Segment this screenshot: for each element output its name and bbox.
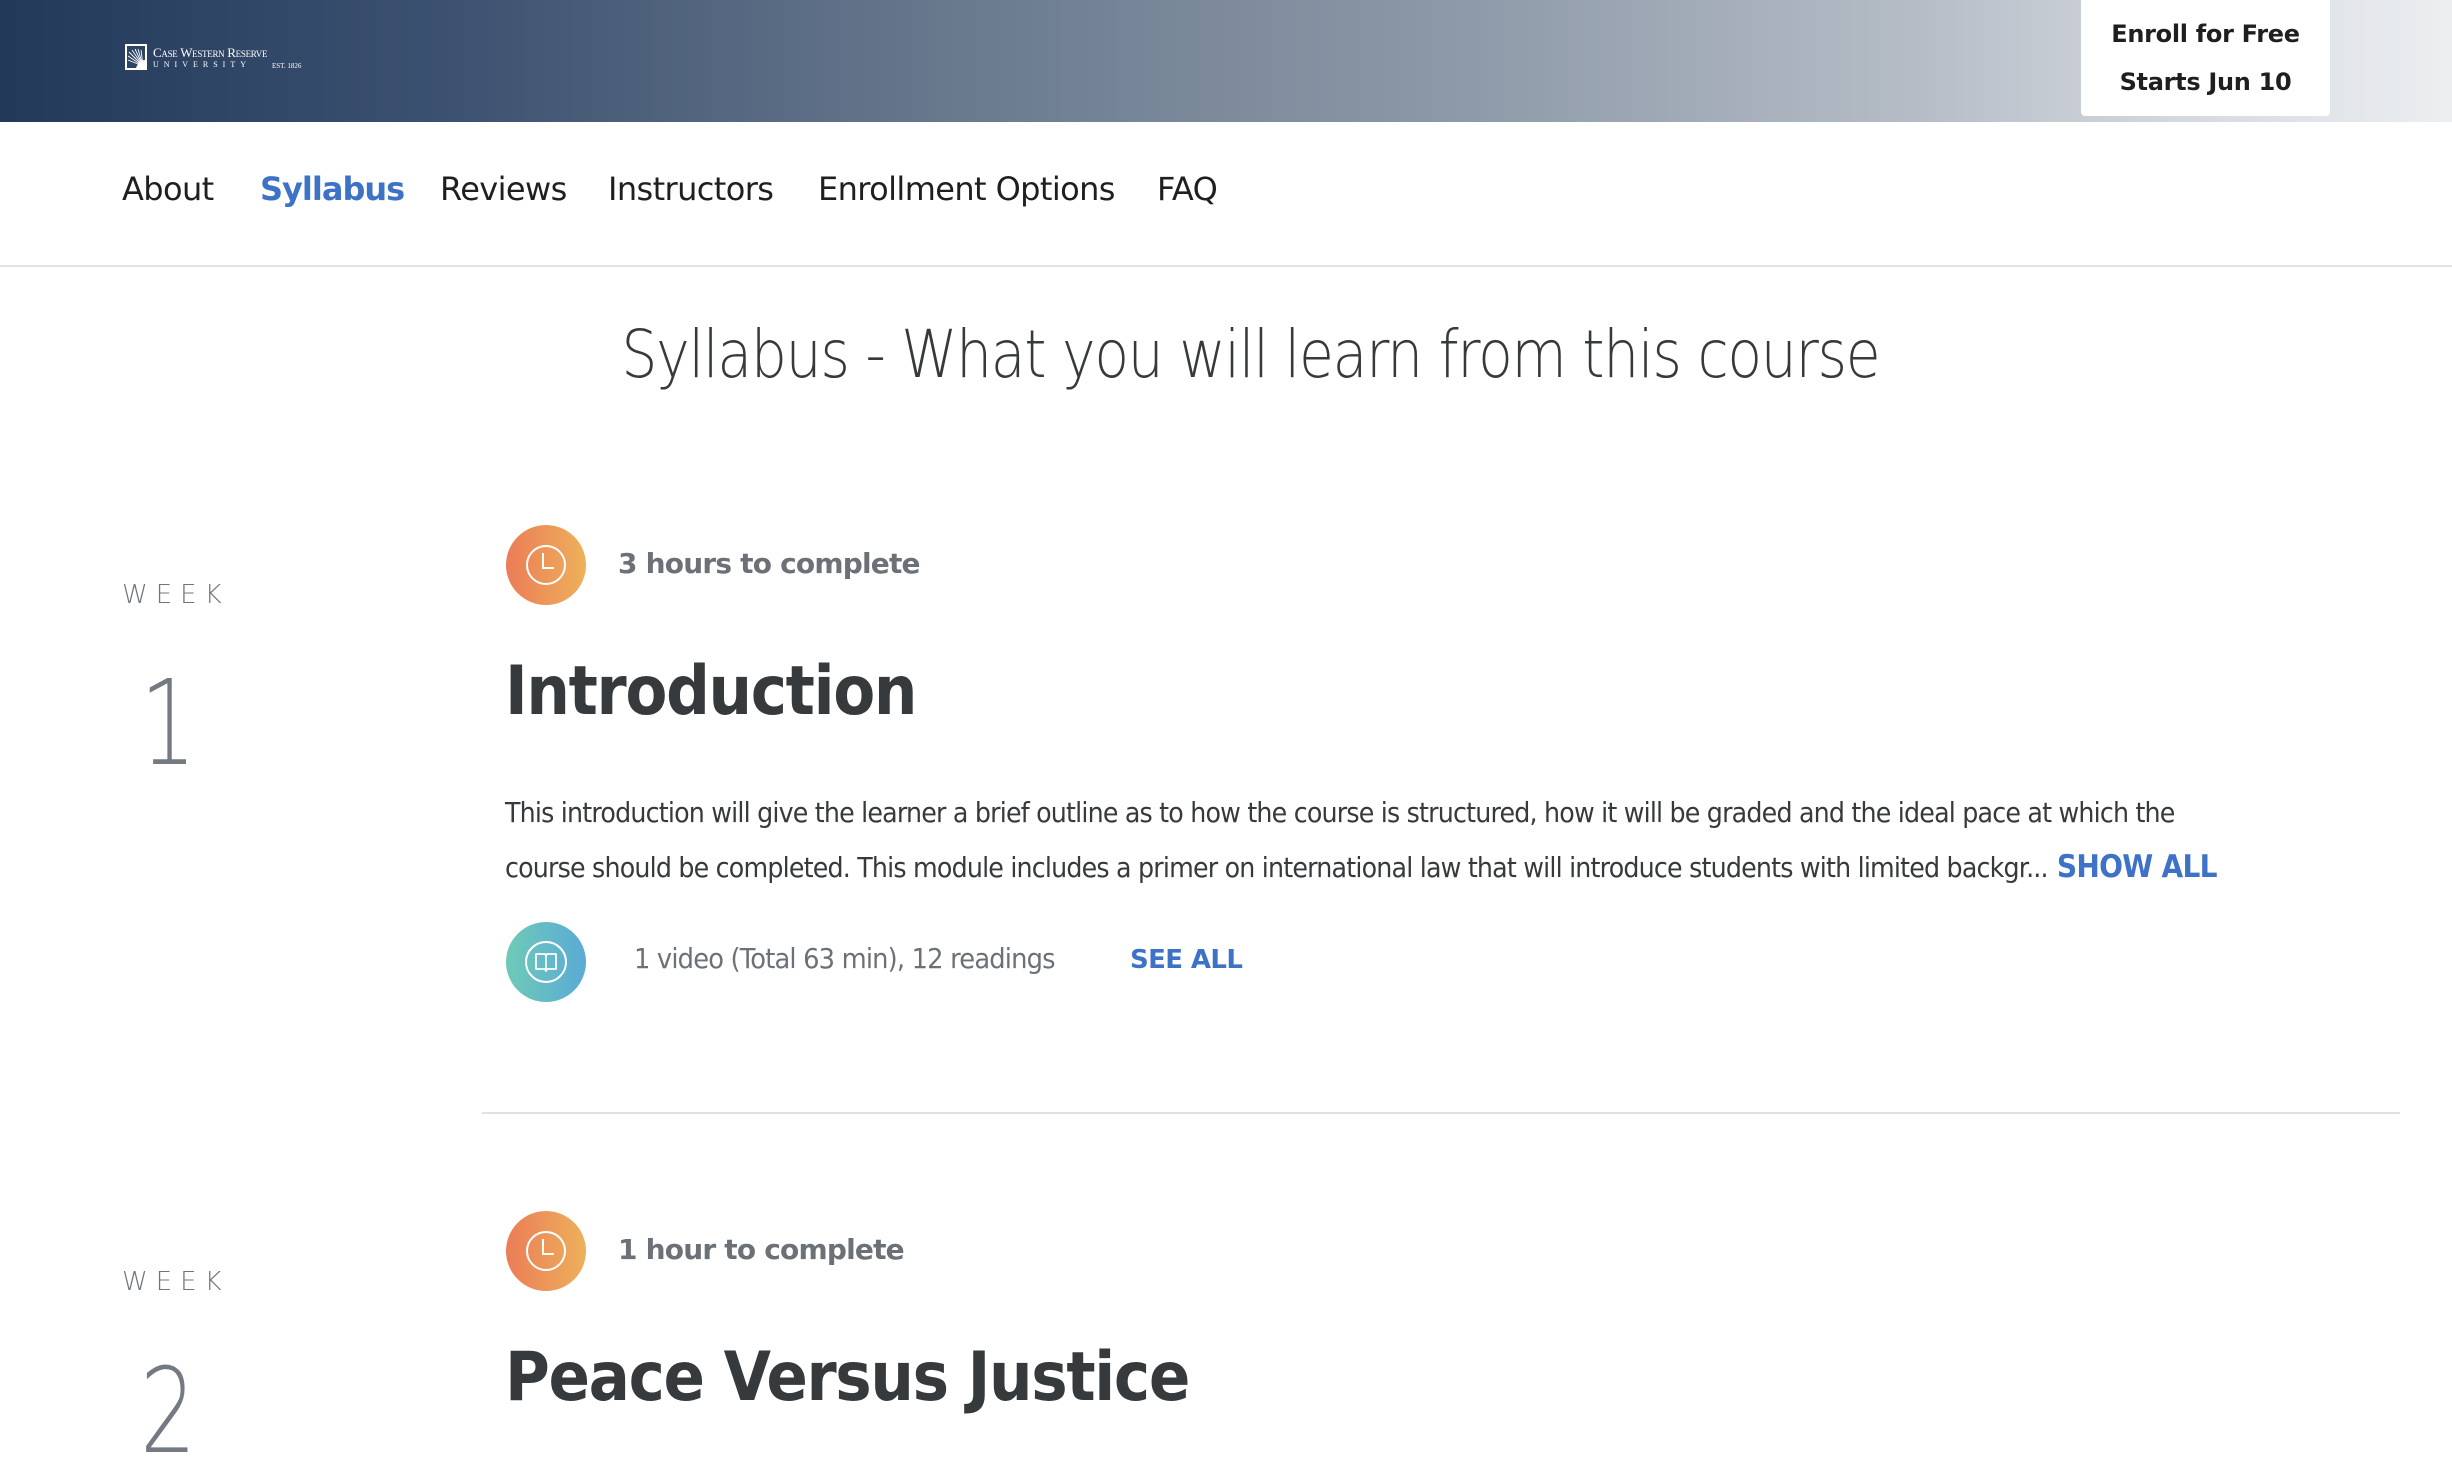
week-label: WEEK [122, 580, 230, 610]
week-label: WEEK [122, 1267, 230, 1297]
description-line: course should be completed. This module … [505, 840, 2405, 895]
course-header-banner: Case Western Reserve UNIVERSITY EST. 182… [0, 0, 2452, 122]
description-text: course should be completed. This module … [505, 851, 2049, 884]
week-number-text: 1 [140, 654, 197, 792]
clock-icon [506, 1211, 586, 1291]
university-name: Case Western Reserve [153, 45, 268, 60]
start-date-label: Starts Jun 10 [2119, 68, 2292, 96]
module-content-summary: 1 video (Total 63 min), 12 readings [634, 942, 1091, 975]
description-text: This introduction will give the learner … [505, 796, 2175, 829]
week-number: 2 [140, 1352, 215, 1470]
week-number-text: 2 [140, 1342, 197, 1480]
week-number: 1 [140, 664, 215, 782]
module-title: Introduction [505, 652, 962, 731]
clock-icon [506, 525, 586, 605]
syllabus-heading-text: Syllabus - What you will learn from this… [620, 316, 1880, 393]
nav-tab-about[interactable]: About [122, 170, 214, 208]
time-to-complete: 1 hour to complete [618, 1233, 905, 1266]
module-content-summary-text: 1 video (Total 63 min), 12 readings [634, 942, 1056, 975]
module-title-text: Introduction [505, 652, 917, 731]
enroll-label: Enroll for Free [2111, 20, 2300, 48]
course-section-nav: About Syllabus Reviews Instructors Enrol… [0, 122, 2452, 267]
university-subtitle: UNIVERSITY [153, 60, 251, 69]
week-divider [482, 1112, 2400, 1114]
university-crest-icon [125, 44, 147, 70]
show-all-link[interactable]: SHOW ALL [2057, 849, 2218, 885]
module-title: Peace Versus Justice [505, 1338, 1265, 1417]
syllabus-heading: Syllabus - What you will learn from this… [0, 316, 2452, 393]
nav-tab-instructors[interactable]: Instructors [608, 170, 774, 208]
university-established: EST. 1826 [272, 62, 302, 70]
nav-tab-faq[interactable]: FAQ [1157, 170, 1218, 208]
nav-tab-reviews[interactable]: Reviews [440, 170, 567, 208]
module-description: This introduction will give the learner … [505, 786, 2405, 895]
nav-tab-syllabus[interactable]: Syllabus [260, 170, 405, 208]
enroll-for-free-button[interactable]: Enroll for Free Starts Jun 10 [2081, 0, 2330, 116]
see-all-link[interactable]: SEE ALL [1130, 945, 1243, 975]
description-line: This introduction will give the learner … [505, 786, 2405, 840]
time-to-complete: 3 hours to complete [618, 547, 921, 580]
university-logo[interactable]: Case Western Reserve UNIVERSITY EST. 182… [125, 44, 305, 74]
book-icon [506, 922, 586, 1002]
nav-tab-enrollment-options[interactable]: Enrollment Options [818, 170, 1115, 208]
module-title-text: Peace Versus Justice [505, 1338, 1190, 1417]
